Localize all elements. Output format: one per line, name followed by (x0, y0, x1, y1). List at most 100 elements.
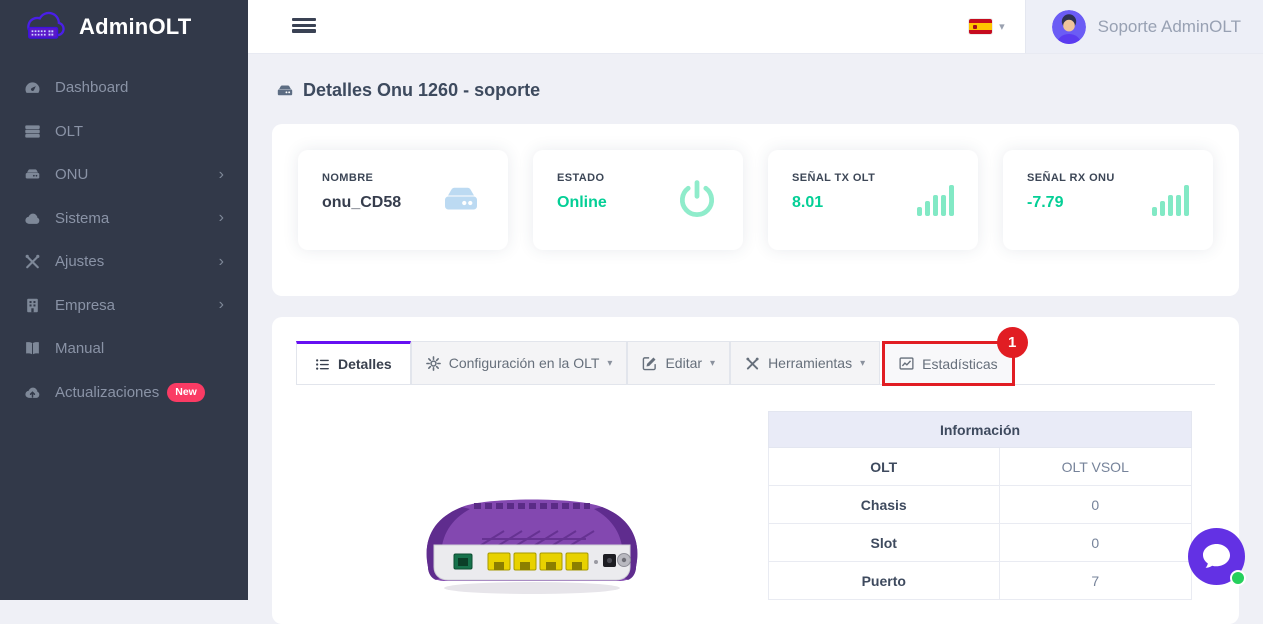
sidebar-item-label: Ajustes (55, 253, 104, 270)
chevron-right-icon: › (219, 254, 224, 270)
onu-device-photo (412, 461, 652, 597)
tab-label: Configuración en la OLT (449, 355, 600, 371)
cloud-upload-icon (22, 384, 42, 401)
cloud-olt-logo-icon (22, 11, 70, 44)
tab-herramientas[interactable]: Herramientas ▾ (730, 341, 880, 384)
sidebar-item-ajustes[interactable]: Ajustes › (0, 240, 248, 284)
caret-down-icon: ▾ (860, 358, 865, 369)
content: Detalles Onu 1260 - soporte NOMBRE onu_C… (248, 54, 1263, 624)
sidebar-item-manual[interactable]: Manual (0, 327, 248, 371)
annotation-highlight-box: Estadísticas 1 (882, 341, 1014, 386)
topbar: ▾ Soporte AdminOLT (248, 0, 1263, 54)
row-value: 7 (999, 562, 1191, 600)
spain-flag-icon (969, 19, 992, 34)
edit-icon (642, 356, 657, 371)
onu-device-icon (22, 166, 42, 183)
stat-label: SEÑAL TX OLT (792, 172, 875, 184)
stat-label: NOMBRE (322, 172, 401, 184)
stat-card-senal-rx: SEÑAL RX ONU -7.79 (1003, 150, 1213, 250)
tab-label: Herramientas (768, 355, 852, 371)
server-icon (22, 123, 42, 140)
tools-icon (22, 253, 42, 270)
building-icon (22, 297, 42, 314)
sidebar-item-label: OLT (55, 123, 83, 140)
gauge-icon (22, 79, 42, 96)
user-name: Soporte AdminOLT (1098, 17, 1241, 37)
row-label: OLT (769, 448, 1000, 486)
new-badge: New (167, 383, 205, 402)
main-area: ▾ Soporte AdminOLT (248, 0, 1263, 600)
onu-device-icon (438, 180, 484, 220)
row-label: Chasis (769, 486, 1000, 524)
annotation-step-badge: 1 (997, 327, 1028, 358)
onu-device-icon (276, 82, 294, 100)
sidebar-item-label: Sistema (55, 210, 109, 227)
table-row: Slot 0 (769, 524, 1192, 562)
row-value: OLT VSOL (999, 448, 1191, 486)
table-row: Chasis 0 (769, 486, 1192, 524)
row-value: 0 (999, 524, 1191, 562)
tab-editar[interactable]: Editar ▾ (627, 341, 730, 384)
gear-icon (426, 356, 441, 371)
sidebar-item-sistema[interactable]: Sistema › (0, 197, 248, 241)
signal-bars-icon (1152, 185, 1189, 216)
avatar (1052, 10, 1086, 44)
info-table-header: Información (769, 412, 1192, 448)
caret-down-icon: ▾ (607, 358, 612, 369)
brand-logo[interactable]: AdminOLT (0, 0, 248, 54)
sidebar-item-label: Manual (55, 340, 104, 357)
caret-down-icon: ▾ (999, 20, 1005, 33)
topbar-right: ▾ Soporte AdminOLT (949, 0, 1263, 53)
stat-value: -7.79 (1027, 194, 1115, 212)
tab-label: Detalles (338, 356, 392, 372)
sidebar-item-olt[interactable]: OLT (0, 110, 248, 154)
chat-widget-button[interactable] (1188, 528, 1245, 585)
row-label: Puerto (769, 562, 1000, 600)
chevron-right-icon: › (219, 210, 224, 226)
tab-nav: Detalles Configuración en la OLT ▾ Edita… (296, 341, 1215, 385)
details-panel: Detalles Configuración en la OLT ▾ Edita… (272, 317, 1239, 624)
page-title-row: Detalles Onu 1260 - soporte (272, 80, 1239, 101)
page-title: Detalles Onu 1260 - soporte (303, 80, 540, 101)
table-zone: Información OLT OLT VSOL Chasis 0 (768, 411, 1215, 600)
stat-label: SEÑAL RX ONU (1027, 172, 1115, 184)
book-icon (22, 340, 42, 357)
online-status-dot (1230, 570, 1246, 586)
table-row: OLT OLT VSOL (769, 448, 1192, 486)
table-row: Puerto 7 (769, 562, 1192, 600)
chevron-right-icon: › (219, 167, 224, 183)
stat-card-nombre: NOMBRE onu_CD58 (298, 150, 508, 250)
sidebar-nav: Dashboard OLT ONU › Sistema › Ajustes › … (0, 54, 248, 414)
user-menu[interactable]: Soporte AdminOLT (1025, 0, 1263, 53)
stats-panel: NOMBRE onu_CD58 ESTADO Online SEÑAL TX (272, 124, 1239, 296)
tab-body: Información OLT OLT VSOL Chasis 0 (296, 411, 1215, 600)
stat-value: onu_CD58 (322, 194, 401, 212)
chart-line-icon (899, 356, 914, 371)
device-zone (296, 411, 768, 600)
cloud-icon (22, 210, 42, 227)
tab-detalles[interactable]: Detalles (296, 341, 411, 384)
sidebar-item-label: Dashboard (55, 79, 128, 96)
stat-value: 8.01 (792, 194, 875, 212)
stat-label: ESTADO (557, 172, 607, 184)
stat-card-estado: ESTADO Online (533, 150, 743, 250)
hamburger-menu-icon[interactable] (292, 18, 316, 36)
tab-estadisticas[interactable]: Estadísticas (885, 344, 1011, 383)
brand-name: AdminOLT (79, 14, 191, 40)
sidebar-item-dashboard[interactable]: Dashboard (0, 66, 248, 110)
sidebar-item-empresa[interactable]: Empresa › (0, 284, 248, 328)
sidebar-item-label: ONU (55, 166, 88, 183)
signal-bars-icon (917, 185, 954, 216)
list-icon (315, 357, 330, 372)
sidebar: AdminOLT Dashboard OLT ONU › Sistema › A… (0, 0, 248, 600)
sidebar-item-actualizaciones[interactable]: Actualizaciones New (0, 371, 248, 415)
tab-configuracion-olt[interactable]: Configuración en la OLT ▾ (411, 341, 628, 384)
sidebar-item-label: Actualizaciones (55, 384, 159, 401)
row-value: 0 (999, 486, 1191, 524)
sidebar-item-label: Empresa (55, 297, 115, 314)
chevron-right-icon: › (219, 297, 224, 313)
sidebar-item-onu[interactable]: ONU › (0, 153, 248, 197)
language-dropdown[interactable]: ▾ (949, 0, 1025, 53)
tools-icon (745, 356, 760, 371)
row-label: Slot (769, 524, 1000, 562)
